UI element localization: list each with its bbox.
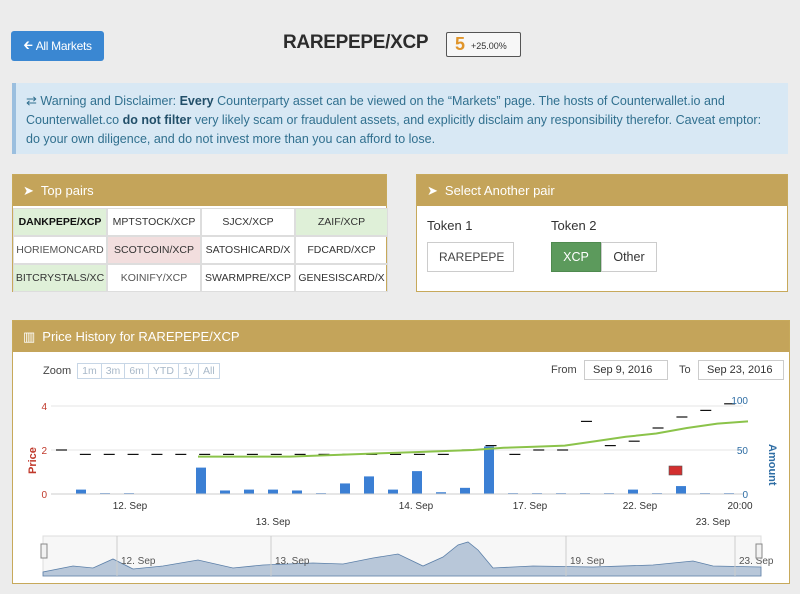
all-markets-button[interactable]: 🡰 All Markets	[11, 31, 104, 61]
warning-lead: Warning and Disclaimer:	[40, 94, 177, 108]
volume-bar	[268, 489, 278, 494]
x-axis-tick: 20:00	[727, 501, 752, 512]
token1-label: Token 1	[427, 218, 473, 233]
select-pair-panel: ➤ Select Another pair Token 1 Token 2 RA…	[416, 174, 788, 292]
top-pairs-title: Top pairs	[40, 183, 94, 198]
all-markets-label: All Markets	[35, 39, 92, 53]
price-history-header: ▥ Price History for RAREPEPE/XCP	[13, 321, 789, 352]
price-history-panel: ▥ Price History for RAREPEPE/XCP Zoom 1m…	[12, 320, 790, 584]
x-axis-tick: 17. Sep	[513, 501, 548, 512]
top-pair-cell[interactable]: KOINIFY/XCP	[107, 264, 201, 292]
warning-do-not-filter: do not filter	[122, 113, 192, 127]
volume-bar	[196, 467, 206, 494]
x-axis-tick: 12. Sep	[113, 501, 148, 512]
navigator-tick: 12. Sep	[121, 556, 156, 567]
last-price: 5	[455, 34, 466, 54]
top-pair-cell[interactable]: FDCARD/XCP	[295, 236, 388, 264]
exchange-icon: ⇄	[26, 93, 37, 108]
top-pair-cell[interactable]: SWARMPRE/XCP	[201, 264, 295, 292]
volume-bar	[676, 486, 686, 494]
price-axis-title: Price	[27, 447, 39, 474]
token2-xcp-button[interactable]: XCP	[551, 242, 601, 272]
token2-other-button[interactable]: Other	[601, 242, 657, 272]
top-pairs-grid: DANKPEPE/XCP MPTSTOCK/XCP SJCX/XCP ZAIF/XCP…	[13, 208, 388, 292]
left-axis-tick: 2	[41, 446, 47, 457]
volume-bar	[364, 476, 374, 494]
navigator-handle[interactable]	[40, 543, 48, 559]
arrow-left-icon: 🡰	[23, 37, 33, 52]
token1-input[interactable]: RAREPEPE	[427, 242, 514, 272]
top-pairs-header: ➤ Top pairs	[13, 175, 386, 206]
select-pair-title: Select Another pair	[444, 183, 555, 198]
x-axis-tick: 13. Sep	[256, 517, 291, 528]
page-title: RAREPEPE/XCP	[283, 32, 429, 53]
top-pair-cell[interactable]: HORIEMONCARD	[13, 236, 107, 264]
select-pair-header: ➤ Select Another pair	[417, 175, 787, 206]
navigator-tick: 13. Sep	[275, 556, 310, 567]
volume-bar	[388, 489, 398, 494]
right-axis-tick: 100	[731, 396, 748, 407]
navigator-handle[interactable]	[755, 543, 763, 559]
price-history-title: Price History for RAREPEPE/XCP	[42, 329, 240, 344]
volume-bar	[76, 489, 86, 494]
top-pairs-panel: ➤ Top pairs DANKPEPE/XCP MPTSTOCK/XCP SJCX…	[12, 174, 388, 292]
price-change: +25.00%	[471, 41, 507, 51]
top-pair-cell[interactable]: BITCRYSTALS/XC	[13, 264, 107, 292]
price-chart[interactable]: 4 2 0 100 50 0 Price Amount 12. Sep 14. Sep 17. Se…	[13, 354, 791, 584]
top-pair-cell[interactable]: DANKPEPE/XCP	[13, 208, 107, 236]
bar-chart-icon: ▥	[23, 328, 36, 344]
volume-bar	[628, 489, 638, 494]
left-axis-tick: 0	[41, 490, 47, 501]
volume-bar	[220, 490, 230, 494]
rocket-icon: ➤	[427, 182, 438, 198]
top-pair-cell[interactable]: SJCX/XCP	[201, 208, 295, 236]
x-axis-tick: 14. Sep	[399, 501, 434, 512]
price-badge: 5 +25.00%	[446, 32, 521, 57]
top-pair-cell[interactable]: ZAIF/XCP	[295, 208, 388, 236]
x-axis-tick: 22. Sep	[623, 501, 658, 512]
volume-bar	[484, 446, 494, 494]
moving-average-line	[198, 420, 749, 458]
disclaimer-alert: ⇄ Warning and Disclaimer: Every Counterp…	[12, 83, 788, 154]
top-pair-cell[interactable]: SCOTCOIN/XCP	[107, 236, 201, 264]
rocket-icon: ➤	[23, 182, 34, 198]
amount-axis-title: Amount	[766, 444, 778, 486]
top-pair-cell[interactable]: GENESISCARD/X	[295, 264, 388, 292]
navigator-tick: 19. Sep	[570, 556, 605, 567]
top-pair-cell[interactable]: SATOSHICARD/X	[201, 236, 295, 264]
warning-every: Every	[179, 94, 214, 108]
volume-bar	[292, 490, 302, 494]
last-candle	[668, 465, 683, 476]
volume-bar	[460, 487, 470, 494]
right-axis-tick: 50	[737, 446, 749, 457]
token2-label: Token 2	[551, 218, 597, 233]
x-axis-tick: 23. Sep	[696, 517, 731, 528]
left-axis-tick: 4	[41, 402, 47, 413]
volume-bar	[244, 489, 254, 494]
volume-bar	[412, 471, 422, 494]
top-pair-cell[interactable]: MPTSTOCK/XCP	[107, 208, 201, 236]
volume-bar	[340, 483, 350, 494]
right-axis-tick: 0	[742, 490, 748, 501]
